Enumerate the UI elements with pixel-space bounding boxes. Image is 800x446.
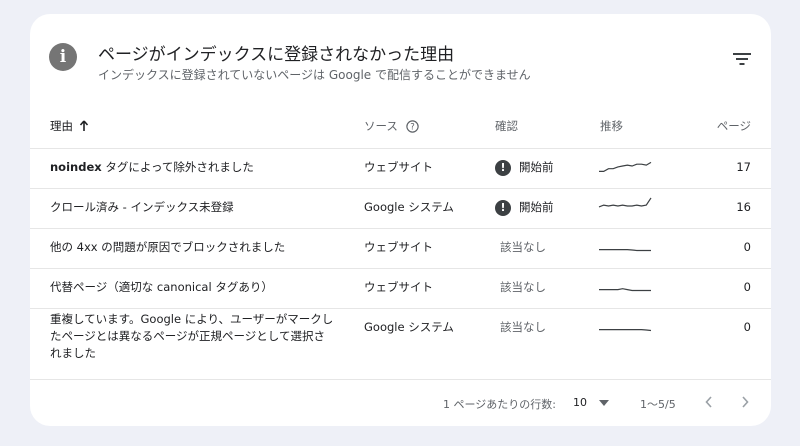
row-source: Google システム	[364, 200, 454, 214]
chevron-right-icon[interactable]	[740, 395, 750, 409]
column-header-source-label: ソース	[364, 119, 398, 133]
table-row[interactable]: 他の 4xx の問題が原因でブロックされました ウェブサイト 該当なし 0	[30, 228, 771, 268]
row-pages: 0	[743, 320, 751, 334]
column-header-reason-label: 理由	[50, 119, 73, 133]
chevron-left-icon[interactable]	[704, 395, 714, 409]
row-pages: 16	[736, 200, 751, 214]
column-header-status[interactable]: 確認	[495, 118, 518, 134]
info-icon: i	[49, 43, 77, 71]
row-status: 該当なし	[500, 240, 546, 254]
row-reason-bold: noindex	[50, 160, 102, 174]
table-row[interactable]: noindex タグによって除外されました ウェブサイト! 開始前 17	[30, 148, 771, 188]
row-status: 該当なし	[500, 280, 546, 294]
column-header-source[interactable]: ソース ?	[364, 118, 419, 134]
row-reason-text: クロール済み - インデックス未登録	[50, 200, 234, 214]
row-reason-text: 重複しています。Google により、ユーザーがマークしたページとは異なるページ…	[50, 312, 334, 360]
row-reason: 代替ページ（適切な canonical タグあり）	[50, 279, 273, 296]
row-pages: 0	[743, 240, 751, 254]
row-trend-sparkline	[599, 161, 652, 172]
warning-icon: !	[495, 199, 511, 216]
row-pages: 17	[736, 160, 751, 174]
row-reason: クロール済み - インデックス未登録	[50, 199, 234, 216]
filter-icon[interactable]	[731, 51, 753, 67]
row-trend-sparkline	[599, 249, 651, 252]
row-trend-sparkline	[599, 329, 652, 332]
row-status: ! 開始前	[495, 159, 554, 176]
row-reason-text: 他の 4xx の問題が原因でブロックされました	[50, 240, 286, 254]
column-header-pages[interactable]: ページ	[717, 118, 751, 134]
pagination-range: 1～5/5	[640, 398, 676, 411]
row-reason: noindex タグによって除外されました	[50, 159, 254, 176]
card-subtitle: インデックスに登録されていないページは Google で配信することができません	[98, 68, 531, 82]
row-trend-sparkline	[599, 288, 651, 292]
row-source: ウェブサイト	[364, 240, 433, 254]
table-row[interactable]: 代替ページ（適切な canonical タグあり） ウェブサイト 該当なし 0	[30, 268, 771, 308]
row-status: ! 開始前	[495, 199, 554, 216]
rows-per-page-select[interactable]: 10	[573, 396, 609, 409]
row-status-label: 開始前	[519, 160, 554, 174]
column-header-trend[interactable]: 推移	[600, 118, 623, 134]
row-pages: 0	[743, 280, 751, 294]
chevron-down-icon	[599, 399, 609, 406]
svg-text:?: ?	[410, 122, 415, 132]
column-header-reason[interactable]: 理由	[50, 118, 89, 134]
row-reason: 重複しています。Google により、ユーザーがマークしたページとは異なるページ…	[50, 311, 335, 362]
row-reason-text: タグによって除外されました	[101, 160, 254, 174]
rows-per-page-value: 10	[573, 396, 587, 409]
row-source: Google システム	[364, 320, 454, 334]
row-source: ウェブサイト	[364, 160, 433, 174]
rows-per-page-label: 1 ページあたりの行数:	[443, 398, 556, 411]
row-trend-sparkline	[598, 197, 652, 208]
row-reason-text: 代替ページ（適切な canonical タグあり）	[50, 280, 273, 294]
table-row[interactable]: 重複しています。Google により、ユーザーがマークしたページとは異なるページ…	[30, 308, 771, 379]
warning-icon: !	[495, 159, 511, 176]
row-status: 該当なし	[500, 320, 546, 334]
footer-divider	[30, 379, 771, 380]
row-reason: 他の 4xx の問題が原因でブロックされました	[50, 239, 285, 256]
help-circle-icon[interactable]: ?	[406, 119, 419, 133]
sort-arrow-up-icon	[79, 120, 89, 131]
table-row[interactable]: クロール済み - インデックス未登録 Google システム! 開始前 16	[30, 188, 771, 228]
not-indexed-reasons-card: i ページがインデックスに登録されなかった理由 インデックスに登録されていないペ…	[30, 14, 771, 426]
card-title: ページがインデックスに登録されなかった理由	[98, 45, 455, 65]
row-source: ウェブサイト	[364, 280, 433, 294]
row-status-label: 開始前	[519, 200, 554, 214]
